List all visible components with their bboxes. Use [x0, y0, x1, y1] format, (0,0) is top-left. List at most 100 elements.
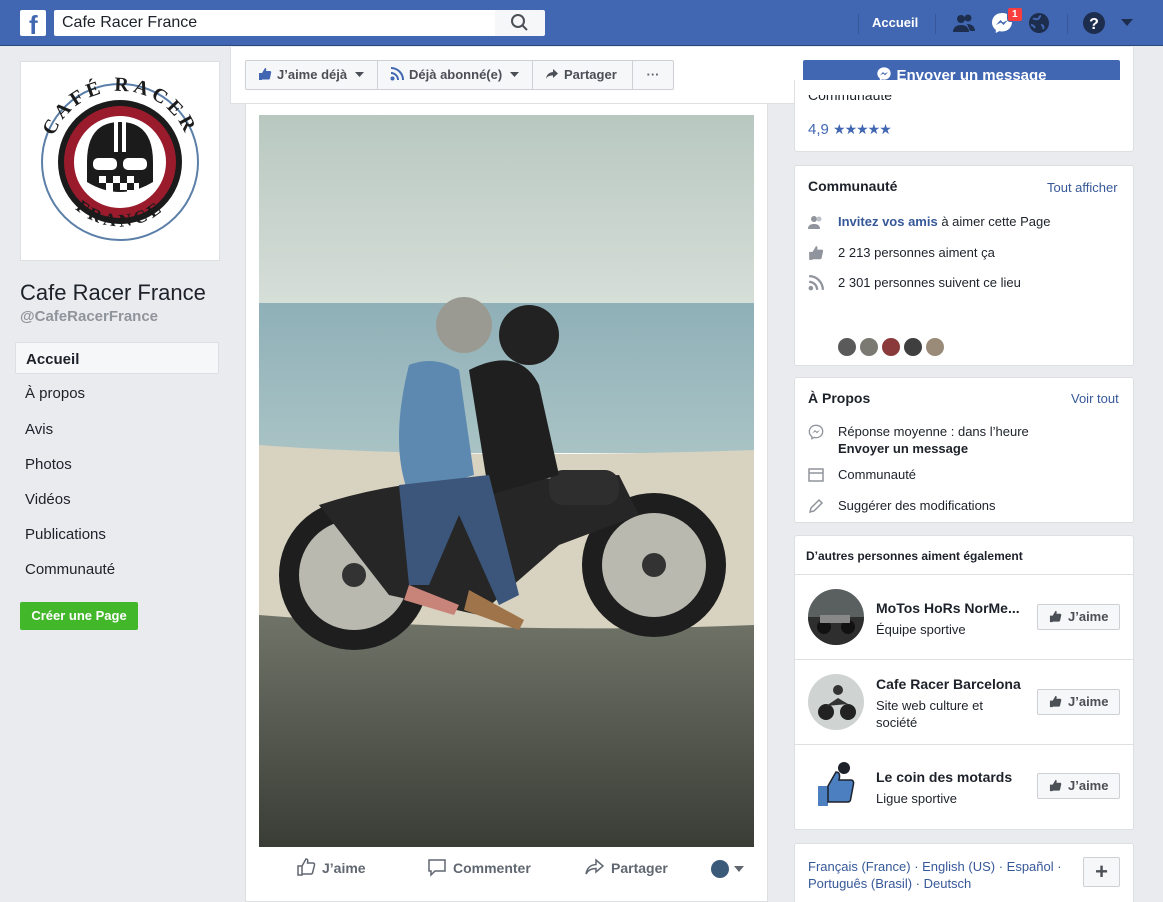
suggestion-like-button[interactable]: J’aime [1037, 689, 1120, 715]
suggestion-category: Ligue sportive [876, 791, 957, 806]
help-icon[interactable]: ? [1082, 11, 1106, 35]
comment-icon [428, 859, 446, 877]
cafe-racer-france-logo: CAFÉ RACER FRANCE [38, 74, 199, 241]
suggestion-like-button[interactable]: J’aime [1037, 604, 1120, 630]
page-handle[interactable]: @CafeRacerFrance [20, 308, 158, 325]
suggestion-category: Site web culture et société [876, 698, 983, 730]
left-nav-about[interactable]: À propos [15, 377, 219, 409]
community-see-all-link[interactable]: Tout afficher [1047, 180, 1118, 195]
page-title[interactable]: Cafe Racer France [20, 280, 206, 306]
divider [795, 744, 1133, 745]
motorcycle-couple-photo [259, 115, 754, 847]
suggest-edits-link[interactable]: Suggérer des modifications [838, 498, 996, 513]
languages-line-1[interactable]: Français (France) · English (US) · Españ… [808, 858, 1062, 875]
following-label: Déjà abonné(e) [409, 67, 503, 82]
share-page-label: Partager [564, 67, 617, 82]
friend-requests-icon[interactable] [952, 11, 976, 35]
left-nav-home[interactable]: Accueil [15, 342, 219, 374]
search-input[interactable]: Cafe Racer France [54, 10, 495, 36]
post-audience-avatar[interactable] [711, 860, 729, 878]
le-coin-des-motards-avatar [808, 758, 864, 814]
liked-label: J’aime déjà [277, 67, 348, 82]
thumbs-up-icon [1049, 610, 1062, 623]
follows-count[interactable]: 2 301 personnes suivent ce lieu [838, 275, 1021, 290]
share-arrow-icon [585, 858, 605, 875]
suggestion-avatar[interactable] [808, 758, 864, 814]
account-menu-chevron-down-icon[interactable] [1120, 17, 1134, 27]
post-audience-chevron-down-icon[interactable] [734, 866, 744, 873]
suggestion-category[interactable]: Équipe sportive [876, 621, 966, 638]
liked-button[interactable]: J’aime déjà [245, 60, 378, 90]
post-like-button[interactable]: J’aime [296, 857, 366, 877]
community-card [794, 165, 1134, 366]
suggestions-title: D’autres personnes aiment également [806, 549, 1023, 563]
pencil-edit-icon [808, 498, 824, 514]
post-comment-label: Commenter [453, 860, 531, 876]
rating-card [794, 80, 1134, 152]
search-button[interactable] [495, 10, 545, 36]
chevron-down-icon [354, 72, 364, 77]
invite-friends-row: Invitez vos amis à aimer cette Page [838, 214, 1050, 229]
left-nav-posts[interactable]: Publications [15, 518, 219, 550]
home-link[interactable]: Accueil [872, 15, 918, 30]
rss-follow-icon [390, 67, 404, 81]
more-options-button[interactable]: ··· [632, 60, 674, 90]
about-send-message-link[interactable]: Envoyer un message [838, 441, 968, 456]
friend-avatar[interactable] [904, 338, 922, 356]
search-icon [511, 14, 528, 31]
friend-avatar[interactable] [926, 338, 944, 356]
messages-badge: 1 [1007, 7, 1023, 22]
about-see-all-link[interactable]: Voir tout [1071, 391, 1119, 406]
post-like-label: J’aime [322, 860, 366, 876]
following-button[interactable]: Déjà abonné(e) [377, 60, 533, 90]
friend-avatar[interactable] [838, 338, 856, 356]
left-nav-reviews[interactable]: Avis [15, 413, 219, 445]
chevron-down-icon [509, 72, 519, 77]
page-profile-picture[interactable]: CAFÉ RACER FRANCE [20, 61, 220, 261]
languages-line-2[interactable]: Português (Brasil) · Deutsch [808, 875, 1062, 892]
left-nav-photos[interactable]: Photos [15, 448, 219, 480]
invite-friends-link[interactable]: Invitez vos amis [838, 214, 938, 229]
friend-avatar[interactable] [860, 338, 878, 356]
notifications-globe-icon[interactable] [1027, 11, 1051, 35]
category-flag-icon [808, 468, 824, 482]
suggestion-like-button[interactable]: J’aime [1037, 773, 1120, 799]
cafe-racer-barcelona-avatar [808, 674, 864, 730]
invite-friends-icon [808, 216, 822, 229]
topbar-separator [1067, 14, 1068, 34]
left-nav-videos[interactable]: Vidéos [15, 483, 219, 515]
suggestion-name[interactable]: MoTos HoRs NorMe... [876, 600, 1020, 616]
facebook-logo-icon[interactable]: f [20, 10, 46, 39]
thumbs-up-icon [1049, 695, 1062, 708]
rating-card-title: Communauté [808, 95, 893, 103]
rating-card-clipped-title: Communauté [808, 95, 1108, 104]
post-comment-button[interactable]: Commenter [427, 857, 531, 877]
suggestion-name[interactable]: Le coin des motards [876, 769, 1012, 785]
share-page-button[interactable]: Partager [532, 60, 633, 90]
likes-count[interactable]: 2 213 personnes aiment ça [838, 245, 995, 260]
friend-avatar[interactable] [882, 338, 900, 356]
topbar-separator [858, 14, 859, 34]
rating-value[interactable]: 4,9 ★★★★★ [808, 121, 892, 138]
suggestion-like-label: J’aime [1068, 778, 1109, 793]
category-link[interactable]: Communauté [838, 467, 916, 482]
post-share-button[interactable]: Partager [585, 857, 668, 877]
divider [795, 574, 1133, 575]
suggestion-avatar[interactable] [808, 674, 864, 730]
left-nav-community[interactable]: Communauté [15, 553, 219, 585]
suggestion-name[interactable]: Cafe Racer Barcelona [876, 676, 1021, 692]
post-share-label: Partager [611, 860, 668, 876]
post-photo[interactable] [259, 115, 754, 847]
suggestion-avatar[interactable] [808, 589, 864, 645]
about-card-title: À Propos [808, 390, 871, 406]
thumbs-up-icon [1049, 779, 1062, 792]
topbar-separator [935, 14, 936, 34]
create-page-button[interactable]: Créer une Page [20, 602, 138, 630]
response-time: Réponse moyenne : dans l’heure [838, 424, 1029, 439]
add-language-button[interactable]: + [1083, 857, 1120, 887]
rating-number: 4,9 [808, 121, 829, 138]
motos-hors-normes-avatar [808, 589, 864, 645]
svg-text:?: ? [1089, 16, 1099, 33]
likes-thumbs-up-icon [809, 246, 824, 260]
divider [795, 659, 1133, 660]
